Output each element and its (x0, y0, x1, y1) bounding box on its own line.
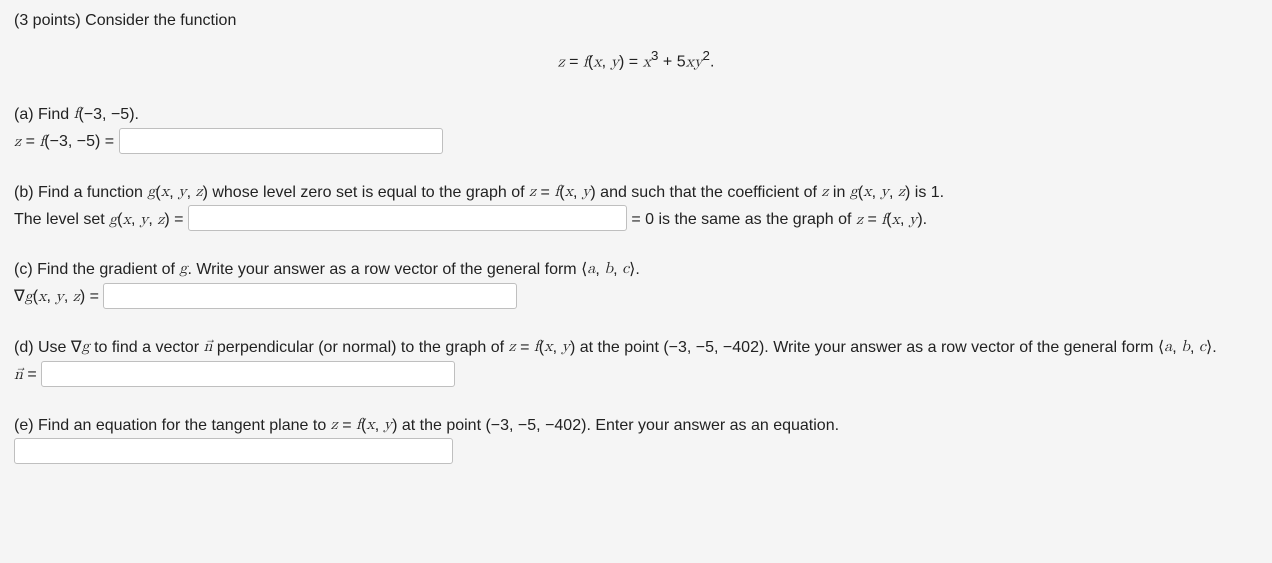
function-equation: z = f(x, y) = x3 + 5xy2. (14, 48, 1258, 72)
part-a-lhs: z = f(−3, −5) = (14, 133, 114, 150)
part-c-lhs: ∇g(x, y, z) = (14, 288, 99, 305)
part-c-prompt: (c) Find the gradient of g. Write your a… (14, 257, 1258, 283)
intro-text: (3 points) Consider the function (14, 8, 1258, 34)
part-b-prompt: (b) Find a function g(x, y, z) whose lev… (14, 180, 1258, 206)
part-d-lhs: n⃗ = (14, 366, 37, 383)
part-b-lhs: The level set g(x, y, z) = (14, 211, 183, 228)
part-a-input[interactable] (119, 128, 443, 154)
part-e-prompt: (e) Find an equation for the tangent pla… (14, 413, 1258, 439)
part-d-prompt: (d) Use ∇g to find a vector n⃗ perpendic… (14, 335, 1258, 361)
part-b-rhs: = 0 is the same as the graph of z = f(x,… (631, 211, 927, 228)
part-d-input[interactable] (41, 361, 455, 387)
part-a-prompt: (a) Find f(−3, −5). (14, 102, 1258, 128)
part-c-input[interactable] (103, 283, 517, 309)
part-b-input[interactable] (188, 205, 627, 231)
part-e-input[interactable] (14, 438, 453, 464)
